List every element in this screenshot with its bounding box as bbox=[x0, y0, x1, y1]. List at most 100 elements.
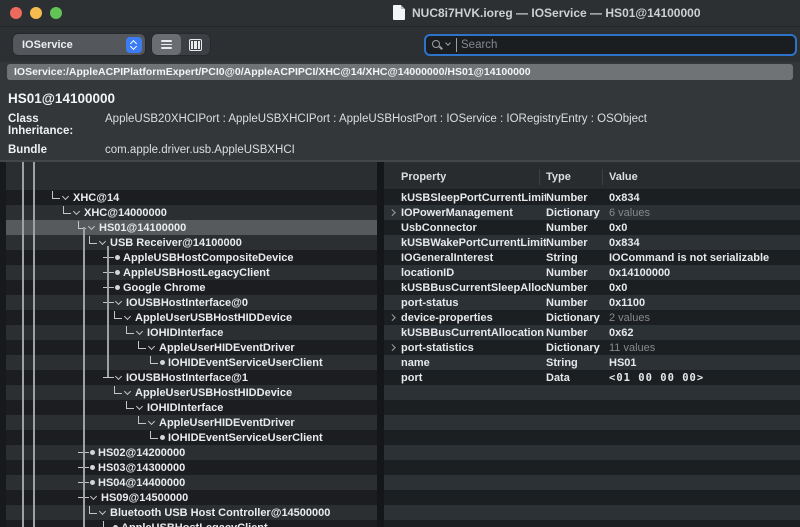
tree-elbow-icon bbox=[114, 311, 122, 319]
disclosure-chevron-icon[interactable] bbox=[88, 222, 95, 229]
row-disclosure-icon[interactable] bbox=[384, 210, 401, 215]
row-disclosure-icon[interactable] bbox=[384, 315, 401, 320]
tree-node-label: AppleUSBHostCompositeDevice bbox=[123, 252, 294, 264]
selected-node-title: HS01@14100000 bbox=[8, 91, 115, 106]
search-menu-chevron-icon[interactable] bbox=[445, 40, 451, 46]
disclosure-chevron-icon[interactable] bbox=[99, 507, 106, 514]
property-type: Number bbox=[546, 192, 609, 204]
bundle-label: Bundle bbox=[8, 144, 105, 156]
ioregistry-explorer-window: NUC8i7HVK.ioreg — IOService — HS01@14100… bbox=[0, 0, 800, 527]
disclosure-chevron-icon[interactable] bbox=[124, 312, 131, 319]
property-row[interactable]: kUSBSleepPortCurrentLimitNumber0x834 bbox=[384, 190, 800, 205]
property-row[interactable]: port-statisticsDictionary11 values bbox=[384, 340, 800, 355]
disclosure-chevron-icon[interactable] bbox=[136, 327, 143, 334]
tree-branch-icon bbox=[103, 272, 114, 274]
leaf-bullet-icon bbox=[90, 480, 95, 485]
path-bar[interactable]: IOService:/AppleACPIPlatformExpert/PCI0@… bbox=[7, 64, 793, 80]
property-row[interactable]: kUSBBusCurrentSleepAlloc...Number0x0 bbox=[384, 280, 800, 295]
property-row[interactable]: device-propertiesDictionary2 values bbox=[384, 310, 800, 325]
minimize-window-button[interactable] bbox=[30, 7, 42, 19]
tree-elbow-icon bbox=[89, 236, 97, 244]
property-row[interactable]: IOGeneralInterestStringIOCommand is not … bbox=[384, 250, 800, 265]
property-row[interactable]: kUSBWakePortCurrentLimitNumber0x834 bbox=[384, 235, 800, 250]
document-proxy-icon[interactable] bbox=[393, 5, 405, 20]
column-view-button[interactable] bbox=[181, 34, 210, 55]
plane-selector-popup[interactable]: IOService bbox=[13, 34, 145, 55]
property-name: locationID bbox=[401, 267, 546, 279]
tree-node[interactable]: AppleUSBHostLegacyClient bbox=[0, 520, 377, 527]
tree-node-label: IOUSBHostInterface@1 bbox=[126, 372, 248, 384]
tree-node[interactable]: Google Chrome bbox=[0, 280, 377, 295]
pane-divider[interactable] bbox=[377, 162, 384, 527]
tree-node[interactable]: AppleUserHIDEventDriver bbox=[0, 340, 377, 355]
tree-branch-icon bbox=[103, 302, 114, 304]
tree-elbow-icon bbox=[126, 326, 134, 334]
disclosure-chevron-icon[interactable] bbox=[99, 237, 106, 244]
property-row[interactable]: kUSBBusCurrentAllocationNumber0x62 bbox=[384, 325, 800, 340]
tree-node[interactable]: AppleUSBHostCompositeDevice bbox=[0, 250, 377, 265]
disclosure-chevron-icon[interactable] bbox=[90, 492, 97, 499]
tree-node[interactable]: XHC@14 bbox=[0, 190, 377, 205]
disclosure-chevron-icon[interactable] bbox=[136, 402, 143, 409]
tree-node[interactable]: XHC@14000000 bbox=[0, 205, 377, 220]
tree-node-label: AppleUserHIDEventDriver bbox=[159, 342, 295, 354]
property-row[interactable]: nameStringHS01 bbox=[384, 355, 800, 370]
tree-node[interactable]: IOUSBHostInterface@1 bbox=[0, 370, 377, 385]
tree-elbow-icon bbox=[63, 206, 71, 214]
tree-node-label: HS01@14100000 bbox=[99, 222, 186, 234]
disclosure-chevron-icon[interactable] bbox=[124, 387, 131, 394]
tree-node-label: Bluetooth USB Host Controller@14500000 bbox=[110, 507, 330, 519]
property-row[interactable]: UsbConnectorNumber0x0 bbox=[384, 220, 800, 235]
tree-node[interactable]: HS02@14200000 bbox=[0, 445, 377, 460]
tree-node[interactable]: AppleUserUSBHostHIDDevice bbox=[0, 310, 377, 325]
tree-node[interactable]: IOHIDInterface bbox=[0, 400, 377, 415]
column-header-value[interactable]: Value bbox=[602, 169, 800, 185]
tree-node-label: HS04@14400000 bbox=[98, 477, 185, 489]
property-name: device-properties bbox=[401, 312, 546, 324]
disclosure-chevron-icon[interactable] bbox=[115, 297, 122, 304]
tree-node-label: HS09@14500000 bbox=[101, 492, 188, 504]
tree-node[interactable]: USB Receiver@14100000 bbox=[0, 235, 377, 250]
column-header-property[interactable]: Property bbox=[384, 171, 546, 183]
tree-node-label: AppleUSBHostLegacyClient bbox=[123, 267, 270, 279]
tree-node-label: IOHIDEventServiceUserClient bbox=[168, 432, 323, 444]
tree-node[interactable]: HS04@14400000 bbox=[0, 475, 377, 490]
tree-node[interactable]: AppleUSBHostLegacyClient bbox=[0, 265, 377, 280]
property-row[interactable]: locationIDNumber0x14100000 bbox=[384, 265, 800, 280]
property-name: port-status bbox=[401, 297, 546, 309]
property-row[interactable]: IOPowerManagementDictionary6 values bbox=[384, 205, 800, 220]
row-disclosure-icon[interactable] bbox=[384, 345, 401, 350]
empty-row bbox=[384, 430, 800, 445]
disclosure-chevron-icon[interactable] bbox=[73, 207, 80, 214]
close-window-button[interactable] bbox=[10, 7, 22, 19]
tree-node[interactable]: AppleUserHIDEventDriver bbox=[0, 415, 377, 430]
disclosure-chevron-icon[interactable] bbox=[148, 417, 155, 424]
tree-node[interactable]: Bluetooth USB Host Controller@14500000 bbox=[0, 505, 377, 520]
tree-node[interactable]: IOUSBHostInterface@0 bbox=[0, 295, 377, 310]
disclosure-chevron-icon[interactable] bbox=[115, 372, 122, 379]
search-field[interactable] bbox=[424, 34, 797, 56]
tree-node-label: Google Chrome bbox=[123, 282, 206, 294]
search-input[interactable] bbox=[456, 38, 789, 52]
tree-node[interactable]: HS09@14500000 bbox=[0, 490, 377, 505]
tree-node[interactable]: IOHIDInterface bbox=[0, 325, 377, 340]
tree-node[interactable]: IOHIDEventServiceUserClient bbox=[0, 355, 377, 370]
property-row[interactable]: port-statusNumber0x1100 bbox=[384, 295, 800, 310]
property-type: String bbox=[546, 357, 609, 369]
tree-elbow-icon bbox=[150, 431, 158, 439]
zoom-window-button[interactable] bbox=[50, 7, 62, 19]
tree-elbow-icon bbox=[138, 341, 146, 349]
tree-node-label: XHC@14 bbox=[73, 192, 119, 204]
tree-node[interactable]: IOHIDEventServiceUserClient bbox=[0, 430, 377, 445]
tree-node-selected[interactable]: HS01@14100000 bbox=[0, 220, 377, 235]
list-view-button[interactable] bbox=[152, 34, 181, 55]
column-header-type[interactable]: Type bbox=[539, 169, 599, 185]
tree-node[interactable]: AppleUserUSBHostHIDDevice bbox=[0, 385, 377, 400]
tree-node-label: AppleUserUSBHostHIDDevice bbox=[135, 387, 292, 399]
disclosure-chevron-icon[interactable] bbox=[148, 342, 155, 349]
disclosure-chevron-icon[interactable] bbox=[62, 192, 69, 199]
tree-node[interactable]: HS03@14300000 bbox=[0, 460, 377, 475]
tree-node-label: XHC@14000000 bbox=[84, 207, 167, 219]
content-panes: XHC@14 XHC@14000000 HS01@14100000USB Recei… bbox=[0, 160, 800, 527]
property-row[interactable]: portData<01 00 00 00> bbox=[384, 370, 800, 385]
